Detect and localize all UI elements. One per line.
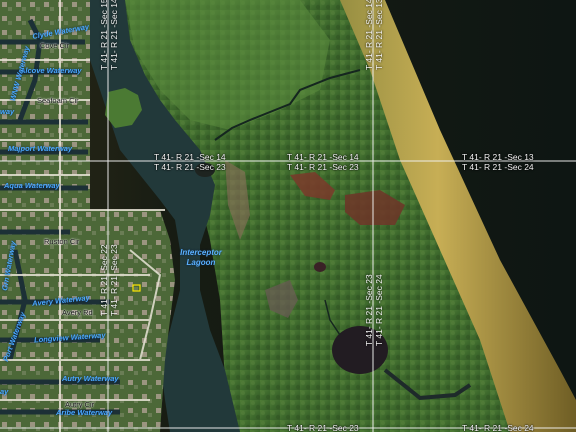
section-label-vertical: T 41- R 21 -Sec 23 [364, 274, 374, 346]
aerial-imagery [0, 0, 576, 432]
map-view[interactable]: T 41- R 21 -Sec 14 T 41- R 21 -Sec 23 T … [0, 0, 576, 432]
section-label-vertical: T 41- R 21 -Sec 14 [109, 0, 119, 70]
waterway-label: Alcove Waterway [20, 66, 82, 75]
waterway-label: Majport Waterway [8, 144, 73, 153]
section-label: T 41- R 21 -Sec 14 [287, 152, 359, 162]
section-label-vertical: T 41- R 21 -Sec 14 [364, 0, 374, 70]
street-label: Avery Rd [62, 308, 93, 317]
section-label: T 41- R 21 -Sec 24 [462, 162, 534, 172]
section-label: T 41- R 21 -Sec 13 [462, 152, 534, 162]
street-label: Ruston Cir [44, 237, 80, 246]
section-label: T 41- R 21 -Sec 23 [287, 423, 359, 432]
waterway-label: Aribe Waterway [56, 408, 113, 417]
lagoon-label-line1: Interceptor [180, 248, 222, 257]
section-label-vertical: T 41- R 21 -Sec 13 [374, 0, 384, 70]
section-label: T 41- R 21 -Sec 23 [154, 162, 226, 172]
lagoon-label-line2: Lagoon [186, 258, 216, 267]
section-label-vertical: T 41- R 21 -Sec 24 [374, 274, 384, 346]
street-label: Autry Cir [65, 400, 95, 409]
section-label: T 41- R 21 -Sec 14 [154, 152, 226, 162]
street-label: Cove Cir [40, 41, 70, 50]
section-label-vertical: T 41- R 21 -Sec 22 [99, 244, 109, 316]
waterway-label: Autry Waterway [62, 374, 119, 383]
waterway-label: Aqua Waterway [4, 181, 60, 190]
waterway-label: ay [0, 387, 9, 396]
section-label: T 41- R 21 -Sec 23 [287, 162, 359, 172]
section-label: T 41- R 21 -Sec 24 [462, 423, 534, 432]
lagoon-label: Interceptor Lagoon [172, 248, 230, 268]
street-label: Seafoam Cir [37, 96, 79, 105]
waterway-label: way [0, 107, 15, 116]
residential-area [0, 0, 90, 432]
section-label-vertical: T 41- R 21 -Sec 15 [99, 0, 109, 70]
section-label-vertical: T 41- R 21 -Sec 23 [109, 244, 119, 316]
